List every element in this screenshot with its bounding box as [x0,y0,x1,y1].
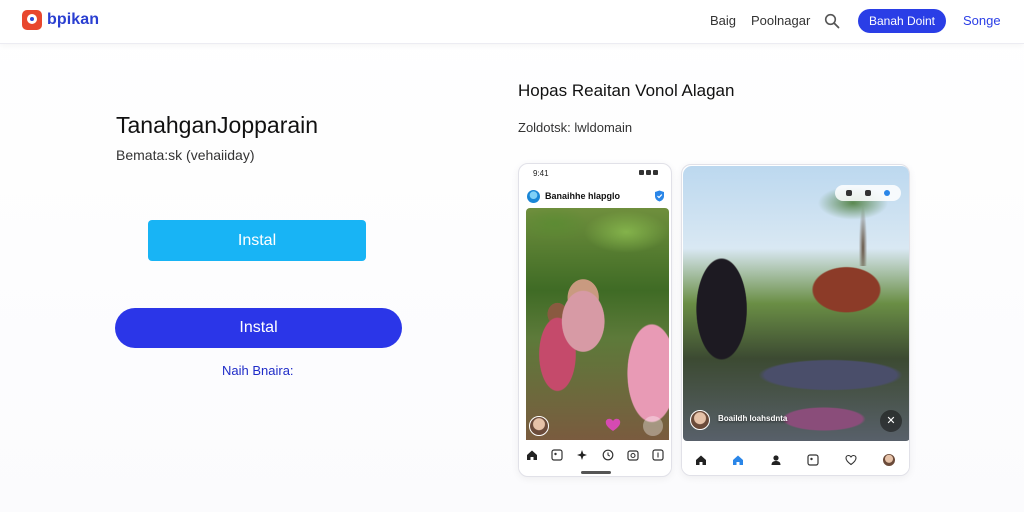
logo-text: bpikan [47,11,100,28]
clock-icon[interactable] [602,449,614,461]
sparkle-icon[interactable] [576,449,588,461]
poster-avatar[interactable] [529,416,549,436]
home-icon[interactable] [526,449,538,461]
search-icon[interactable] [824,13,840,29]
nav-link-baig[interactable]: Baig [710,13,736,28]
app-name: Banaihhe hlapglo [545,191,621,201]
story-caption: Boaildh loahsdnta [718,414,788,423]
story-photo[interactable] [683,166,909,441]
message-icon[interactable] [652,449,664,461]
story-top-controls[interactable] [835,185,901,201]
shield-icon[interactable] [654,190,665,202]
install-button-secondary[interactable]: Instal [115,308,402,348]
feed-photo[interactable] [526,208,669,444]
gallery-icon[interactable] [551,449,563,461]
brand-logo[interactable]: bpikan [22,10,99,30]
profile-icon[interactable] [770,454,782,466]
logo-icon [22,10,42,30]
hero-secondary-link[interactable]: Naih Bnaira: [222,363,294,378]
heart-outline-icon[interactable] [845,454,857,466]
home-icon[interactable] [695,454,707,466]
showcase-title: Hopas Reaitan Vonol Alagan [518,81,735,100]
heart-icon[interactable] [605,418,621,432]
status-indicators [639,170,661,176]
phone-mockup-story: Boaildh loahsdnta ✕ [681,164,910,476]
nav-link-songe[interactable]: Songe [963,13,1001,28]
app-header: Banaihhe hlapglo [527,186,665,206]
hero-subtitle: Bemata:sk (vehaiiday) [116,147,255,163]
photo-controls [529,414,667,438]
home-indicator [581,471,611,474]
header-cta-button[interactable]: Banah Doint [858,9,946,33]
page: bpikan Baig Poolnagar Banah Doint Songe … [0,0,1024,512]
app-avatar[interactable] [527,189,540,203]
hero-title: TanahganJopparain [116,112,319,138]
account-avatar[interactable] [882,453,897,467]
more-options-button[interactable] [643,416,663,436]
phone-mockup-feed: 9:41 Banaihhe hlapglo [518,163,672,477]
top-navigation-bar: bpikan Baig Poolnagar Banah Doint Songe [0,0,1024,44]
home-active-icon[interactable] [732,454,744,466]
install-button-primary[interactable]: Instal [148,220,366,261]
bottom-tab-bar [519,440,671,470]
gallery-icon[interactable] [807,454,819,466]
status-time: 9:41 [533,169,549,178]
story-author-avatar[interactable] [690,410,710,430]
camera-icon[interactable] [627,449,639,461]
story-overlay: Boaildh loahsdnta ✕ [690,410,902,434]
close-icon[interactable]: ✕ [880,410,902,432]
bottom-tab-bar-story [682,445,909,475]
nav-link-poolnagar[interactable]: Poolnagar [751,13,810,28]
showcase-subtitle: Zoldotsk: lwldomain [518,120,633,135]
